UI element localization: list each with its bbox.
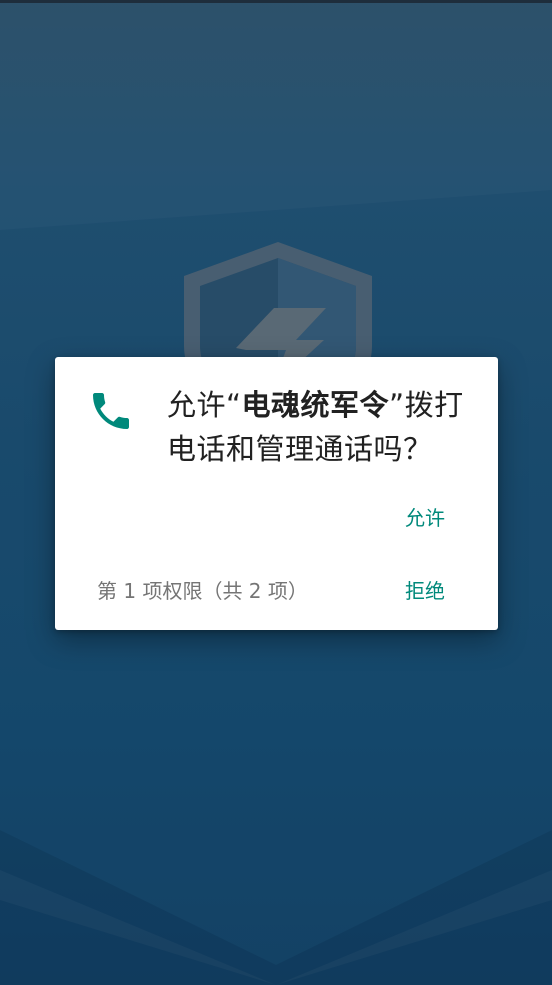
app-splash-screen: 允许“电魂统军令”拨打电话和管理通话吗？ 允许 第 1 项权限（共 2 项） 拒…: [0, 0, 552, 985]
app-name: 电魂统军令: [241, 388, 390, 422]
deny-button[interactable]: 拒绝: [405, 575, 445, 604]
allow-button[interactable]: 允许: [405, 502, 445, 531]
permission-dialog: 允许“电魂统军令”拨打电话和管理通话吗？ 允许 第 1 项权限（共 2 项） 拒…: [55, 357, 498, 630]
permission-counter: 第 1 项权限（共 2 项）: [97, 579, 308, 603]
permission-title: 允许“电魂统军令”拨打电话和管理通话吗？: [167, 383, 477, 471]
phone-icon: [93, 393, 129, 429]
title-prefix: 允许“: [167, 388, 242, 422]
